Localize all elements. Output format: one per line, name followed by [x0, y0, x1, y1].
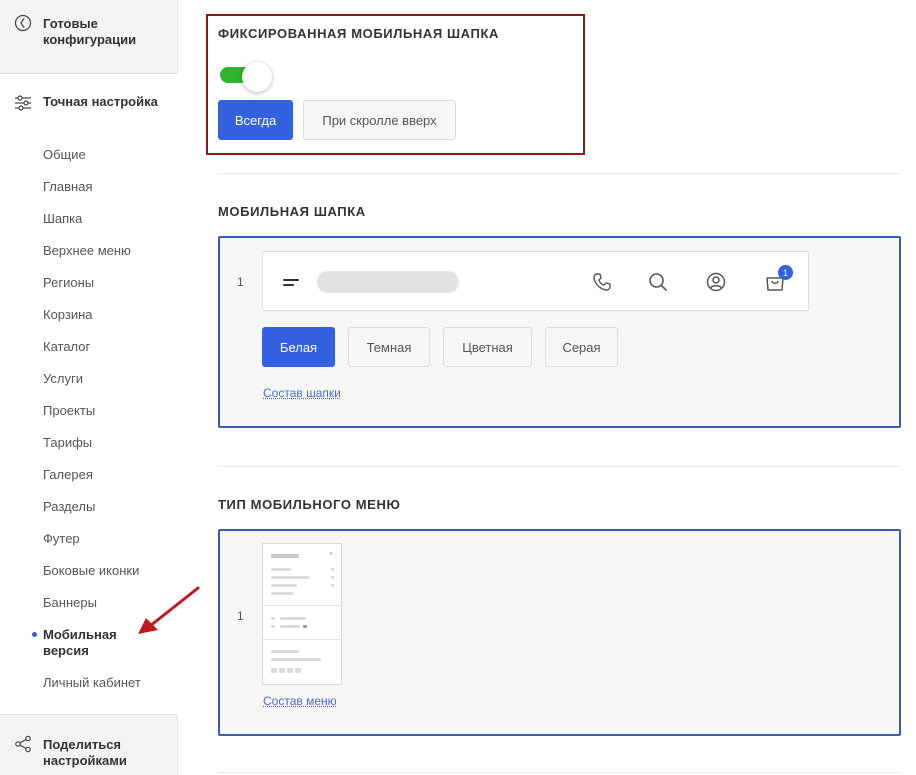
sidebar-item-top-menu[interactable]: Верхнее меню — [43, 243, 131, 259]
sidebar-item-tariffs[interactable]: Тарифы — [43, 435, 92, 451]
mobile-header-preview[interactable]: 1 — [262, 251, 809, 311]
color-white-button[interactable]: Белая — [262, 327, 335, 367]
fixed-header-highlight: ФИКСИРОВАННАЯ МОБИЛЬНАЯ ШАПКА Всегда При… — [206, 14, 585, 155]
config-circle-icon — [14, 14, 32, 32]
settings-main: ФИКСИРОВАННАЯ МОБИЛЬНАЯ ШАПКА Всегда При… — [178, 0, 916, 775]
settings-sidebar: Готовые конфигурации Точная настройка Об… — [0, 0, 178, 775]
color-dark-button[interactable]: Темная — [348, 327, 430, 367]
sidebar-item-services[interactable]: Услуги — [43, 371, 83, 387]
section-divider — [218, 466, 901, 467]
sidebar-item-banners[interactable]: Баннеры — [43, 595, 97, 611]
ready-configs-label: Готовые конфигурации — [43, 16, 137, 47]
sidebar-item-regions[interactable]: Регионы — [43, 275, 94, 291]
sidebar-item-sections[interactable]: Разделы — [43, 499, 95, 515]
mobile-header-panel: 1 1 Белая Темная Цветная Серая Состав ша… — [218, 236, 901, 428]
user-icon — [706, 272, 726, 292]
sidebar-item-header[interactable]: Шапка — [43, 211, 82, 227]
sidebar-item-general[interactable]: Общие — [43, 147, 86, 163]
option-number: 1 — [237, 609, 244, 623]
always-button[interactable]: Всегда — [218, 100, 293, 140]
active-indicator-dot — [32, 632, 37, 637]
on-scroll-up-button[interactable]: При скролле вверх — [303, 100, 456, 140]
share-icon — [15, 735, 31, 753]
phone-icon — [593, 273, 611, 291]
search-icon — [649, 273, 667, 291]
color-gray-button[interactable]: Серая — [545, 327, 618, 367]
share-settings-section[interactable]: Поделиться настройками — [0, 714, 178, 775]
fixed-header-title: ФИКСИРОВАННАЯ МОБИЛЬНАЯ ШАПКА — [218, 26, 499, 41]
ready-configs-section[interactable]: Готовые конфигурации — [0, 0, 178, 74]
mobile-menu-panel: 1 × Состав меню — [218, 529, 901, 736]
burger-menu-icon — [283, 275, 301, 289]
mobile-header-title: МОБИЛЬНАЯ ШАПКА — [218, 204, 366, 219]
sidebar-item-projects[interactable]: Проекты — [43, 403, 95, 419]
fine-tuning-label[interactable]: Точная настройка — [43, 94, 163, 110]
fixed-header-toggle[interactable] — [220, 62, 272, 92]
share-settings-label: Поделиться настройками — [43, 737, 127, 768]
cart-count-badge: 1 — [778, 265, 793, 280]
sidebar-item-footer[interactable]: Футер — [43, 531, 80, 547]
sliders-icon — [15, 95, 31, 111]
search-bar-placeholder — [317, 271, 459, 293]
sidebar-item-account[interactable]: Личный кабинет — [43, 675, 141, 691]
menu-composition-link[interactable]: Состав меню — [263, 694, 337, 708]
sidebar-item-main[interactable]: Главная — [43, 179, 92, 195]
mobile-menu-title: ТИП МОБИЛЬНОГО МЕНЮ — [218, 497, 401, 512]
section-divider — [218, 772, 901, 773]
sidebar-item-side-icons[interactable]: Боковые иконки — [43, 563, 139, 579]
mobile-menu-preview[interactable]: × — [262, 543, 342, 685]
sidebar-item-gallery[interactable]: Галерея — [43, 467, 93, 483]
sidebar-item-cart[interactable]: Корзина — [43, 307, 93, 323]
sidebar-item-catalog[interactable]: Каталог — [43, 339, 90, 355]
toggle-knob — [242, 62, 272, 92]
option-number: 1 — [237, 275, 244, 289]
color-colored-button[interactable]: Цветная — [443, 327, 532, 367]
section-divider — [218, 173, 901, 174]
header-composition-link[interactable]: Состав шапки — [263, 386, 341, 400]
